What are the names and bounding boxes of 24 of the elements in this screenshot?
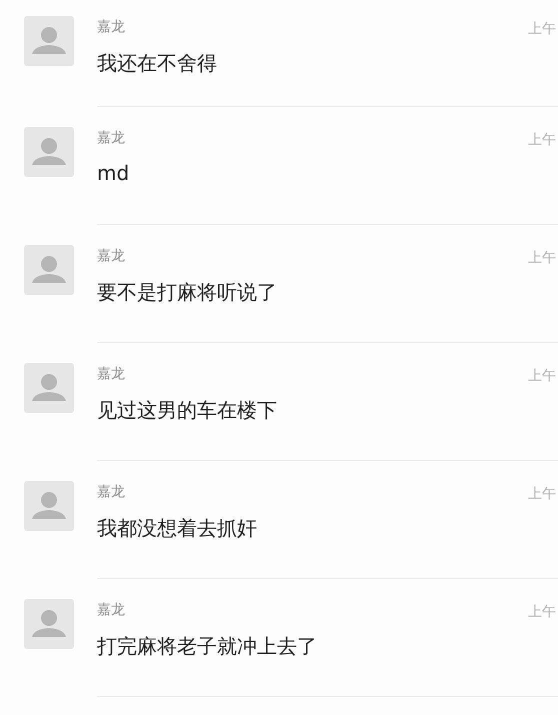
message-text: 我都没想着去抓奸: [97, 515, 258, 542]
message-time: 上午: [528, 249, 556, 267]
message-time: 上午: [528, 20, 556, 38]
message-text: 见过这男的车在楼下: [97, 397, 278, 424]
avatar-icon: [24, 127, 74, 177]
avatar-icon: [24, 481, 74, 531]
message-time: 上午: [528, 603, 556, 621]
sender-name: 嘉龙: [97, 129, 125, 147]
message-time: 上午: [528, 367, 556, 385]
sender-name: 嘉龙: [97, 483, 125, 501]
sender-name: 嘉龙: [97, 18, 125, 36]
avatar-icon: [24, 599, 74, 649]
message-text: 我还在不舍得: [97, 50, 218, 77]
message-text: 打完麻将老子就冲上去了: [97, 633, 318, 660]
message-text: 要不是打麻将听说了: [97, 279, 278, 306]
sender-name: 嘉龙: [97, 601, 125, 619]
message-time: 上午: [528, 131, 556, 149]
avatar-icon: [24, 16, 74, 66]
avatar-icon: [24, 363, 74, 413]
sender-name: 嘉龙: [97, 365, 125, 383]
message-text: md: [97, 161, 130, 185]
avatar-icon: [24, 245, 74, 295]
message-time: 上午: [528, 485, 556, 503]
sender-name: 嘉龙: [97, 247, 125, 265]
